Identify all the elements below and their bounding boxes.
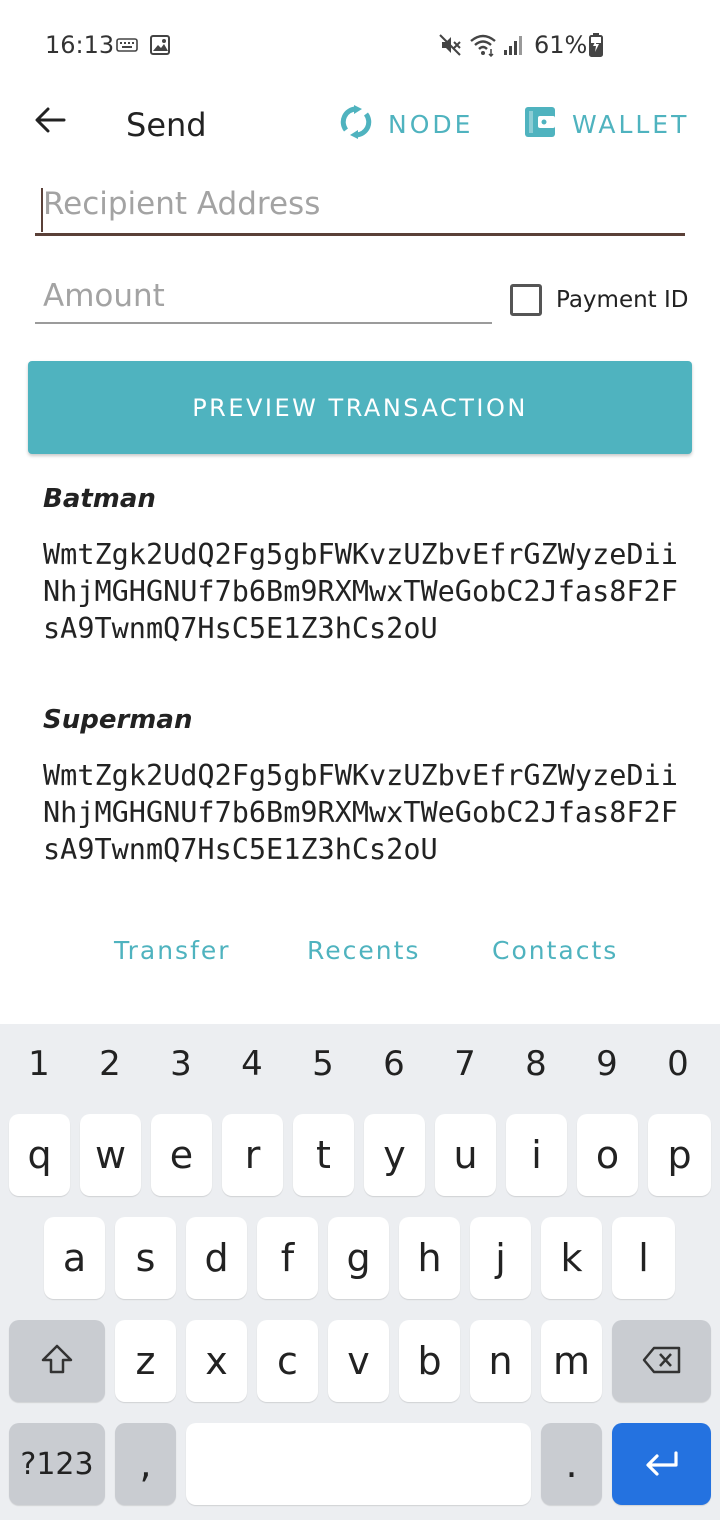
text-cursor	[41, 188, 43, 232]
key-2[interactable]: 2	[80, 1044, 140, 1084]
key-i[interactable]: i	[506, 1114, 567, 1196]
node-button[interactable]: NODE	[340, 104, 473, 144]
enter-key[interactable]	[612, 1423, 711, 1505]
key-w[interactable]: w	[80, 1114, 141, 1196]
wifi-icon	[469, 33, 497, 62]
image-icon	[150, 35, 170, 60]
key-r[interactable]: r	[222, 1114, 283, 1196]
key-f[interactable]: f	[257, 1217, 318, 1299]
key-5[interactable]: 5	[293, 1044, 353, 1084]
node-label: NODE	[388, 109, 474, 139]
preview-transaction-label: PREVIEW TRANSACTION	[192, 393, 528, 422]
key-d[interactable]: d	[186, 1217, 247, 1299]
shift-key[interactable]	[9, 1320, 105, 1402]
key-c[interactable]: c	[257, 1320, 318, 1402]
key-p[interactable]: p	[648, 1114, 711, 1196]
preview-transaction-button[interactable]: PREVIEW TRANSACTION	[28, 361, 692, 454]
soft-keyboard: 1 2 3 4 5 6 7 8 9 0 q w e r t y u i o p …	[0, 1024, 720, 1520]
key-4[interactable]: 4	[222, 1044, 282, 1084]
key-j[interactable]: j	[470, 1217, 531, 1299]
key-y[interactable]: y	[364, 1114, 425, 1196]
key-l[interactable]: l	[612, 1217, 675, 1299]
tab-recents[interactable]: Recents	[307, 936, 420, 965]
sync-icon	[340, 104, 372, 144]
payment-id-toggle[interactable]: Payment ID	[510, 284, 689, 316]
key-n[interactable]: n	[470, 1320, 531, 1402]
recipient-address-field[interactable]	[35, 186, 685, 236]
key-o[interactable]: o	[577, 1114, 638, 1196]
contact-address: WmtZgk2UdQ2Fg5gbFWKvzUZbvEfrGZWyzeDiiNhj…	[43, 538, 678, 645]
app-bar: Send NODE WALLET	[0, 92, 720, 158]
key-u[interactable]: u	[435, 1114, 496, 1196]
battery-percent: 61%	[534, 31, 588, 59]
battery-charging-icon	[589, 33, 603, 62]
back-arrow-icon	[34, 106, 66, 139]
wallet-label: WALLET	[572, 109, 690, 139]
key-g[interactable]: g	[328, 1217, 389, 1299]
key-k[interactable]: k	[541, 1217, 602, 1299]
amount-input[interactable]	[35, 278, 492, 314]
back-button[interactable]	[28, 100, 72, 144]
signal-icon	[503, 34, 525, 61]
wallet-button[interactable]: WALLET	[524, 104, 689, 144]
space-key[interactable]	[186, 1423, 531, 1505]
status-time: 16:13	[45, 31, 115, 59]
backspace-key[interactable]	[612, 1320, 711, 1402]
mute-icon	[438, 33, 462, 62]
key-z[interactable]: z	[115, 1320, 176, 1402]
contact-item[interactable]: Superman WmtZgk2UdQ2Fg5gbFWKvzUZbvEfrGZW…	[43, 705, 683, 868]
key-6[interactable]: 6	[364, 1044, 424, 1084]
contact-name: Batman	[43, 484, 156, 514]
tab-contacts[interactable]: Contacts	[492, 936, 618, 965]
shift-icon	[40, 1339, 74, 1383]
contact-address: WmtZgk2UdQ2Fg5gbFWKvzUZbvEfrGZWyzeDiiNhj…	[43, 759, 678, 866]
key-e[interactable]: e	[151, 1114, 212, 1196]
page-title: Send	[126, 106, 207, 144]
payment-id-label: Payment ID	[556, 287, 689, 313]
key-b[interactable]: b	[399, 1320, 460, 1402]
key-x[interactable]: x	[186, 1320, 247, 1402]
key-a[interactable]: a	[44, 1217, 105, 1299]
comma-key[interactable]: ,	[115, 1423, 176, 1505]
key-3[interactable]: 3	[151, 1044, 211, 1084]
key-0[interactable]: 0	[648, 1044, 708, 1084]
backspace-icon	[642, 1339, 682, 1383]
key-7[interactable]: 7	[435, 1044, 495, 1084]
payment-id-checkbox[interactable]	[510, 284, 542, 316]
key-q[interactable]: q	[9, 1114, 70, 1196]
key-t[interactable]: t	[293, 1114, 354, 1196]
key-s[interactable]: s	[115, 1217, 176, 1299]
amount-field[interactable]	[35, 278, 492, 324]
contact-item[interactable]: Batman WmtZgk2UdQ2Fg5gbFWKvzUZbvEfrGZWyz…	[43, 484, 683, 647]
key-h[interactable]: h	[399, 1217, 460, 1299]
number-row: 1 2 3 4 5 6 7 8 9 0	[0, 1044, 720, 1094]
key-1[interactable]: 1	[9, 1044, 69, 1084]
period-key[interactable]: .	[541, 1423, 602, 1505]
keyboard-icon	[116, 38, 138, 57]
bottom-tabs: Transfer Recents Contacts	[0, 936, 720, 980]
key-v[interactable]: v	[328, 1320, 389, 1402]
recipient-address-input[interactable]	[35, 186, 685, 222]
key-8[interactable]: 8	[506, 1044, 566, 1084]
status-bar: 16:13 61%	[0, 0, 720, 92]
tab-transfer[interactable]: Transfer	[114, 936, 231, 965]
key-m[interactable]: m	[541, 1320, 602, 1402]
key-9[interactable]: 9	[577, 1044, 637, 1084]
wallet-icon	[524, 106, 556, 143]
enter-icon	[644, 1442, 680, 1486]
contact-name: Superman	[43, 705, 193, 735]
symbols-key[interactable]: ?123	[9, 1423, 105, 1505]
